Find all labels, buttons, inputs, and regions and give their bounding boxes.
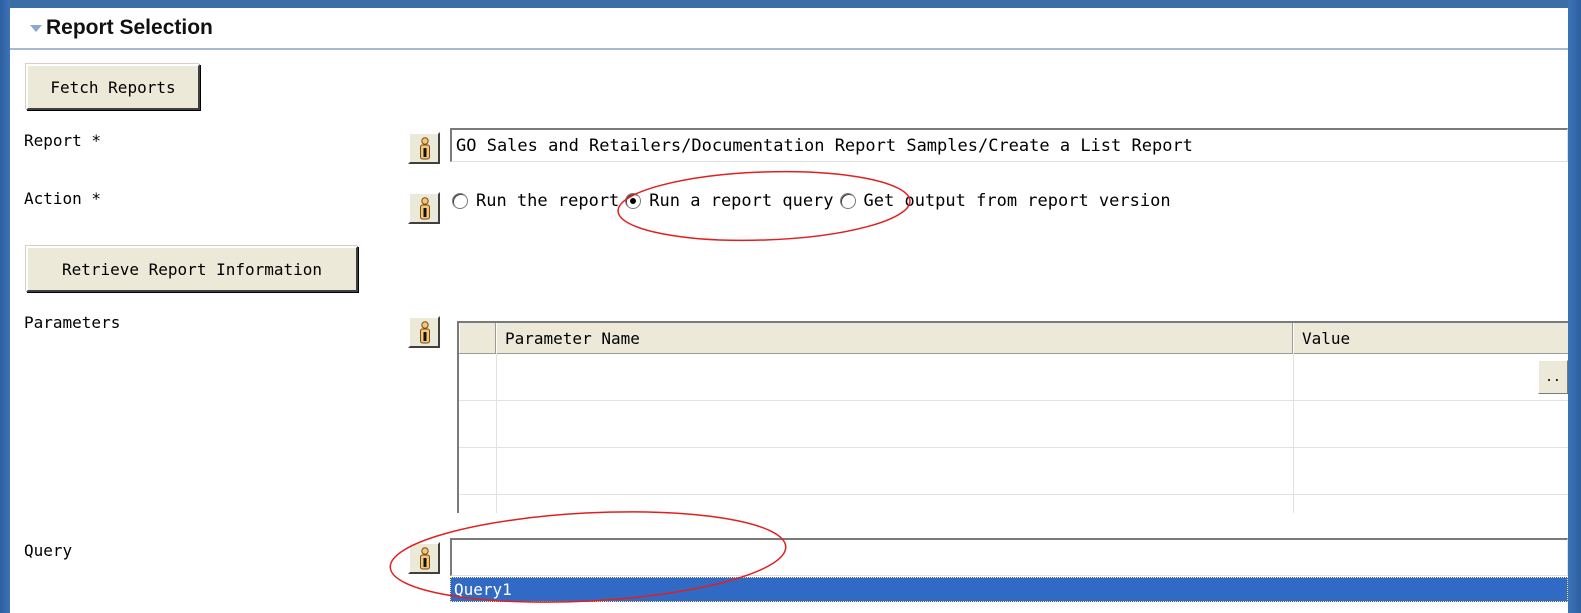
report-selection-panel: Report Selection Fetch Reports Report * …: [10, 8, 1568, 613]
window-frame-left: [0, 0, 10, 613]
query-option-query1[interactable]: Query1: [450, 577, 1568, 602]
column-divider: [496, 353, 497, 513]
radio-run-report[interactable]: [452, 193, 468, 209]
query-combobox-input[interactable]: [450, 538, 1568, 576]
info-person-icon: [420, 137, 430, 160]
info-person-icon: [420, 197, 430, 220]
table-row[interactable]: [459, 448, 1568, 495]
section-title: Report Selection: [46, 16, 213, 39]
report-label: Report *: [24, 131, 102, 150]
radio-get-output-label[interactable]: Get output from report version: [864, 191, 1171, 211]
parameters-info-button[interactable]: [408, 316, 440, 348]
row-selector-header: [459, 323, 496, 353]
radio-run-query[interactable]: [625, 193, 642, 209]
value-picker-button[interactable]: ..: [1538, 360, 1568, 394]
info-person-icon: [420, 547, 430, 570]
radio-run-report-label[interactable]: Run the report: [476, 191, 619, 211]
parameters-label: Parameters: [24, 313, 121, 332]
column-header-parameter-name[interactable]: Parameter Name: [496, 323, 1293, 353]
action-radio-group: Run the report Run a report query Get ou…: [452, 188, 1177, 214]
query-info-button[interactable]: [408, 542, 440, 574]
info-person-icon: [420, 321, 430, 344]
section-header[interactable]: Report Selection: [10, 8, 1568, 50]
column-header-value[interactable]: Value: [1293, 323, 1568, 353]
radio-run-query-label[interactable]: Run a report query: [649, 191, 833, 211]
retrieve-report-information-button[interactable]: Retrieve Report Information: [26, 246, 358, 292]
window-frame-right: [1568, 0, 1581, 613]
report-path-input[interactable]: GO Sales and Retailers/Documentation Rep…: [450, 128, 1568, 162]
collapse-triangle-icon[interactable]: [30, 24, 42, 32]
fetch-reports-button[interactable]: Fetch Reports: [26, 64, 200, 110]
radio-get-output[interactable]: [839, 193, 856, 209]
report-info-button[interactable]: [408, 132, 440, 164]
table-header: Parameter Name Value: [459, 323, 1568, 354]
table-row[interactable]: ..: [459, 354, 1568, 401]
action-label: Action *: [24, 189, 102, 208]
query-label: Query: [24, 541, 73, 560]
parameters-table: Parameter Name Value ..: [457, 321, 1568, 513]
column-divider: [1293, 353, 1294, 513]
table-row[interactable]: [459, 401, 1568, 448]
action-info-button[interactable]: [408, 192, 440, 224]
